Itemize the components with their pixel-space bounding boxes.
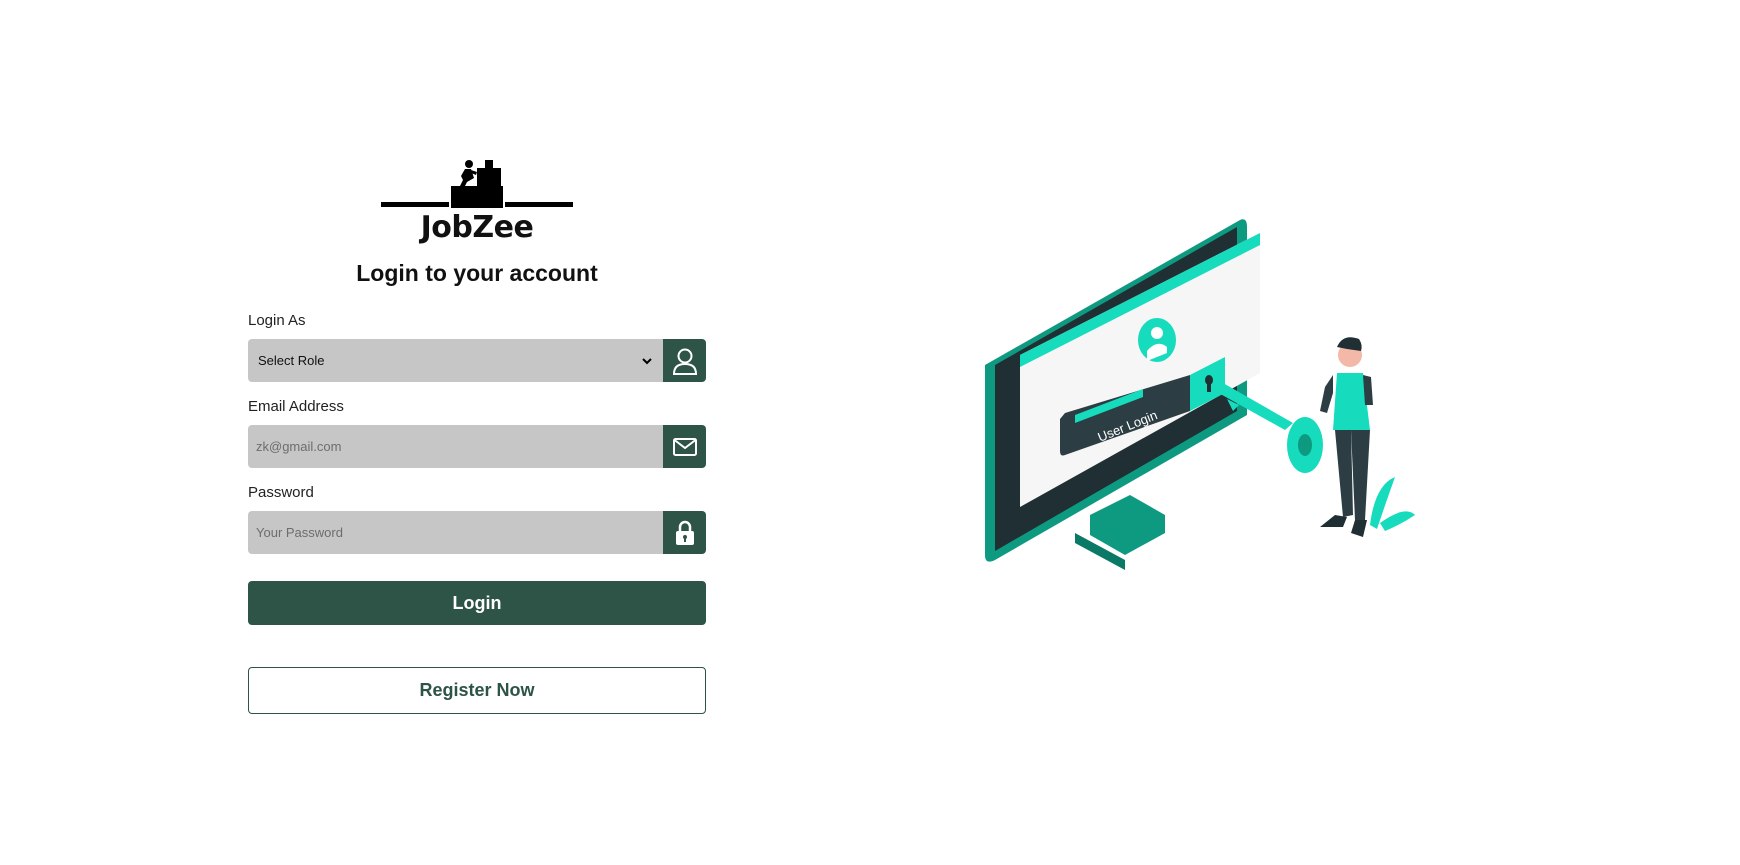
user-icon [672, 348, 697, 375]
page-title: Login to your account [356, 260, 598, 286]
logo-line-left [381, 202, 449, 207]
password-icon-box [663, 511, 706, 554]
role-select-value: Select Role [258, 353, 325, 368]
email-label: Email Address [248, 398, 344, 415]
password-label: Password [248, 484, 314, 501]
password-row [248, 511, 706, 554]
email-icon-box [663, 425, 706, 468]
logo-mark [381, 150, 573, 208]
logo: JobZee [248, 150, 706, 245]
email-field: Email Address [248, 398, 706, 468]
role-icon-box [663, 339, 706, 382]
role-select[interactable]: Select Role [248, 339, 663, 382]
email-row [248, 425, 706, 468]
envelope-icon [672, 437, 697, 456]
password-field: Password [248, 484, 706, 554]
chevron-down-icon [642, 357, 652, 364]
climber-icon [451, 160, 503, 208]
register-button[interactable]: Register Now [248, 667, 706, 714]
login-panel: JobZee Login to your account Login As Se… [248, 150, 706, 714]
brand-name: JobZee [420, 210, 534, 245]
role-label: Login As [248, 312, 306, 329]
role-field: Login As Select Role [248, 312, 706, 382]
computer-key-illustration: User Login [985, 219, 1415, 570]
login-illustration: User Login [975, 215, 1435, 615]
lock-icon [675, 520, 694, 545]
password-input-wrap [248, 511, 663, 554]
login-button[interactable]: Login [248, 581, 706, 625]
role-row: Select Role [248, 339, 706, 382]
email-input-wrap [248, 425, 663, 468]
password-input[interactable] [256, 525, 655, 540]
email-input[interactable] [256, 439, 655, 454]
logo-line-right [505, 202, 573, 207]
